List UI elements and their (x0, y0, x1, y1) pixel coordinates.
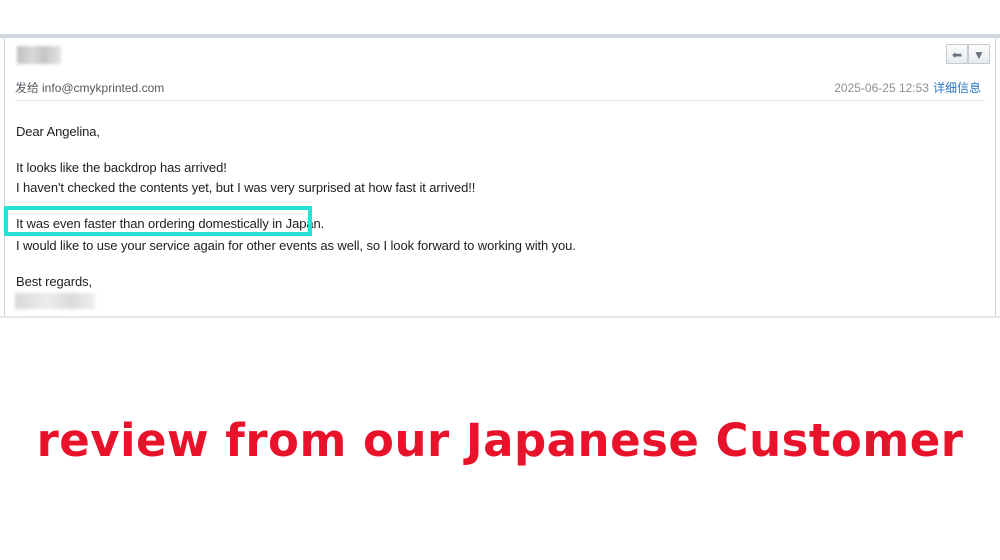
reply-arrow-icon: ⬅ (951, 48, 963, 62)
page: ⬅ ▼ 发给 info@cmykprinted.com 2025-06-25 12… (0, 0, 1000, 560)
recipient-address[interactable]: info@cmykprinted.com (42, 81, 164, 95)
email-panel: ⬅ ▼ 发给 info@cmykprinted.com 2025-06-25 12… (4, 38, 996, 316)
panel-bottom-edge (0, 316, 1000, 318)
header-divider (15, 100, 985, 101)
email-line-3: It was even faster than ordering domesti… (16, 216, 325, 231)
email-date: 2025-06-25 12:53 (834, 81, 929, 95)
reply-button[interactable]: ⬅ (946, 44, 968, 64)
email-closing: Best regards, (16, 274, 93, 289)
caption-title: review from our Japanese Customer (36, 414, 964, 467)
signature-blurred (15, 293, 95, 309)
dropdown-triangle-icon: ▼ (973, 48, 985, 62)
email-line-1: It looks like the backdrop has arrived! (16, 160, 227, 175)
recipient-line: 发给 info@cmykprinted.com (15, 79, 164, 96)
email-line-2: I haven't checked the contents yet, but … (16, 180, 476, 195)
email-line-4: I would like to use your service again f… (16, 238, 576, 253)
details-link[interactable]: 详细信息 (933, 81, 981, 95)
date-line: 2025-06-25 12:53 详细信息 (834, 79, 981, 96)
email-greeting: Dear Angelina, (16, 124, 100, 139)
screenshot-top-band (0, 0, 1000, 36)
recipient-prefix: 发给 (15, 81, 40, 95)
sender-name-blurred (17, 46, 61, 64)
more-options-button[interactable]: ▼ (968, 44, 990, 64)
